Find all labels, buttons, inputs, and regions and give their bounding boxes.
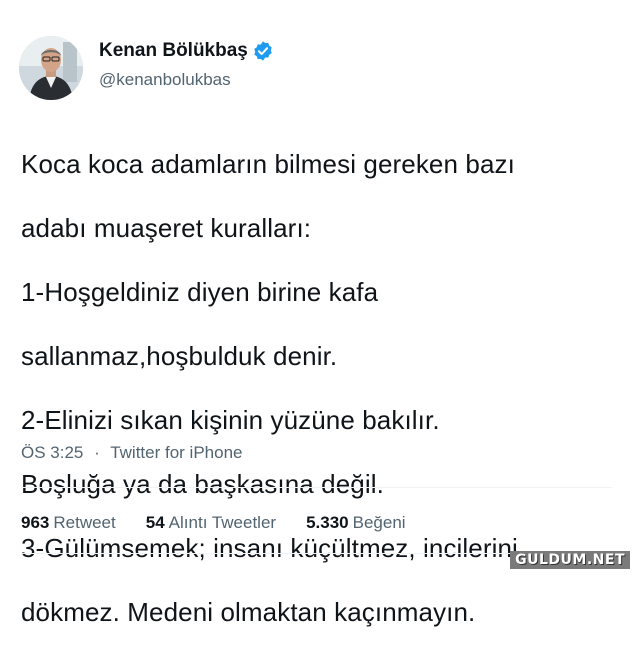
quotes-label: Alıntı Tweetler [168,513,277,532]
tweet-line: dökmez. Medeni olmaktan kaçınmayın. [21,597,476,627]
quotes-stat[interactable]: 54 Alıntı Tweetler [146,513,276,533]
retweets-count: 963 [21,513,50,532]
tweet-line: Koca koca adamların bilmesi gereken bazı [21,149,515,179]
tweet-line: sallanmaz,hoşbulduk denir. [21,341,338,371]
quotes-count: 54 [145,513,165,532]
watermark: GULDUM.NET [510,551,630,569]
likes-stat[interactable]: 5.330 Beğeni [306,513,405,533]
author-name[interactable]: Kenan Bölükbaş [99,40,248,62]
tweet-source[interactable]: Twitter for iPhone [110,443,242,462]
engagement-stats: 963 Retweet 54 Alıntı Tweetler 5.330 Beğeni [21,513,436,533]
avatar[interactable] [19,36,83,100]
likes-count: 5.330 [306,513,349,532]
verified-badge-icon [252,40,274,62]
author-name-row[interactable]: Kenan Bölükbaş [99,40,274,62]
tweet-line: 2-Elinizi sıkan kişinin yüzüne bakılır. [21,405,440,435]
likes-label: Beğeni [352,513,406,532]
tweet-time[interactable]: ÖS 3:25 [21,443,83,462]
meta-separator: · [94,443,100,462]
tweet-text: Koca koca adamların bilmesi gereken bazı… [21,116,631,660]
tweet-meta: ÖS 3:25 · Twitter for iPhone [21,443,242,463]
author-handle[interactable]: @kenanbolukbas [99,70,231,90]
retweets-stat[interactable]: 963 Retweet [21,513,116,533]
tweet-line: 1-Hoşgeldiniz diyen birine kafa [21,277,379,307]
tweet-line: Boşluğa ya da başkasına değil. [21,469,384,499]
retweets-label: Retweet [53,513,116,532]
profile-photo [19,36,83,100]
divider [21,487,612,488]
tweet-line: adabı muaşeret kuralları: [21,213,312,243]
